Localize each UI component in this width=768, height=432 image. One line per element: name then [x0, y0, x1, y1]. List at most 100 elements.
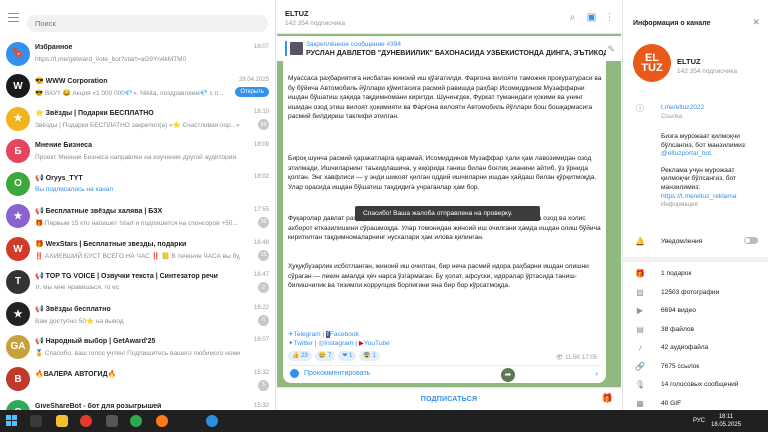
- notifications-toggle[interactable]: [744, 237, 758, 244]
- search-input[interactable]: [27, 15, 268, 32]
- reaction-chip[interactable]: 😨 1: [359, 351, 380, 361]
- chrome-icon[interactable]: [130, 415, 142, 427]
- reaction-count: 7: [328, 353, 332, 359]
- conversation-header[interactable]: ELTUZ 142 354 подписчика ⌕ ▣ ⋮: [277, 0, 621, 34]
- gift-icon[interactable]: 🎁: [602, 393, 613, 404]
- chat-last-message: 🎁 Первым 15 кто напишет !start и подпише…: [35, 219, 238, 227]
- chat-item[interactable]: ★ ⭐ Звёзды | Подарки БЕСПЛАТНО Звёзды | По…: [0, 103, 276, 136]
- firefox-icon[interactable]: [156, 415, 168, 427]
- chat-time: 16:47: [253, 272, 269, 279]
- chat-item[interactable]: T 📢 TOP TG VOICE | Озвучки текста | Синте…: [0, 266, 276, 299]
- info-channel-name: ELTUZ: [677, 57, 701, 66]
- bookmark-icon: 🔖: [6, 41, 30, 66]
- chat-item[interactable]: В 🔥ВАЛЕРА АВТОГИД🔥 15:32 5: [0, 364, 276, 397]
- message-bubble[interactable]: Муассаса раҳбариятига нисбатан жиноий иш…: [283, 61, 606, 383]
- chat-time: 16:48: [253, 239, 269, 246]
- chat-avatar: O: [6, 171, 30, 196]
- chat-list-header: [0, 0, 276, 34]
- description-label: Информация: [661, 202, 698, 209]
- chat-name: GiveShareBot - бот для розыгрышей: [35, 402, 162, 410]
- audio-icon: ♪: [638, 343, 642, 352]
- channel-title: ELTUZ: [285, 9, 309, 18]
- facebook-link[interactable]: Facebook: [330, 331, 359, 338]
- media-stat-row[interactable]: ▶ 6694 видео: [623, 302, 768, 320]
- ad-link[interactable]: https://t.me/eltuz_reklama: [661, 193, 761, 202]
- reaction-chip[interactable]: 👍 29: [288, 351, 312, 361]
- subscribe-button[interactable]: ПОДПИСАТЬСЯ: [277, 388, 621, 411]
- chat-item[interactable]: ★ 📢 Звёзды бесплатно Вам доступно 50⭐ на в…: [0, 299, 276, 332]
- media-stat-row[interactable]: 🎁 1 подарок: [623, 265, 768, 283]
- more-options-icon[interactable]: ⋮: [604, 12, 615, 23]
- info-link-block: t.me/eltuz2022 Ссылка: [661, 104, 761, 121]
- chat-name: 📢 Звёзды бесплатно: [35, 305, 111, 313]
- chat-item[interactable]: W 🎁 WexStars | Бесплатные звезды, подарки…: [0, 234, 276, 267]
- chat-name: 📢 Бесплатные звёзды халява | БЗХ: [35, 207, 163, 215]
- chat-item[interactable]: 🔖 Избранное https://t.me/getward_vote_bot?…: [0, 38, 276, 71]
- message-paragraph: Ҳуқуқбузарлик исботланган, жиноий иш очи…: [288, 263, 589, 289]
- instagram-link[interactable]: Instagram: [324, 340, 353, 347]
- sidebar-toggle-icon[interactable]: ▣: [586, 12, 597, 23]
- channel-link[interactable]: t.me/eltuz2022: [661, 104, 761, 113]
- pinned-text: РУСЛАН ДАВЛЕТОВ "ДУНЁВИЙЛИК" БАХОНАСИДА …: [306, 50, 606, 57]
- file-explorer-icon[interactable]: [56, 415, 68, 427]
- pin-list-icon[interactable]: ✎: [607, 44, 615, 55]
- channel-avatar[interactable]: EL TUZ: [633, 44, 671, 82]
- conversation-footer: ПОДПИСАТЬСЯ 🎁: [277, 387, 621, 410]
- chat-item[interactable]: W 😎 WWW Corporation 😎 ВАУ!! 😂 Акция «1 000…: [0, 71, 276, 104]
- chat-time: 16:07: [253, 44, 269, 50]
- conversation-panel: ELTUZ 142 354 подписчика ⌕ ▣ ⋮ Закреплён…: [277, 0, 621, 410]
- chat-last-message: 😎 ВАУ!! 😂 Акция «1 000 000💎». Nikita, по…: [35, 89, 224, 97]
- yandex-browser-icon[interactable]: [80, 415, 92, 427]
- chat-item[interactable]: ★ 📢 Бесплатные звёзды халява | БЗХ 🎁 Первы…: [0, 201, 276, 234]
- chat-avatar: ★: [6, 302, 30, 327]
- chat-avatar: T: [6, 269, 30, 294]
- clock[interactable]: 18:11 18.05.2025: [711, 413, 741, 429]
- bot-link[interactable]: @eltuzportal_bot.: [661, 150, 761, 159]
- chat-name: 📢 TOP TG VOICE | Озвучки текста | Синтез…: [35, 273, 218, 281]
- telegram-taskbar-icon[interactable]: [206, 415, 218, 427]
- reaction-emoji: 😢: [318, 353, 327, 359]
- media-stat-text: 42 аудиофайла: [661, 344, 709, 351]
- chat-name: 📢 Народный выбор | GetAward'25: [35, 338, 156, 346]
- pinned-title: Закреплённое сообщение #394: [306, 41, 402, 48]
- chat-time: 17:55: [253, 206, 269, 213]
- media-stat-row[interactable]: 🔗 7675 ссылок: [623, 358, 768, 376]
- media-stat-text: 6694 видео: [661, 307, 696, 314]
- chat-time: 15:32: [253, 369, 269, 376]
- chat-time: 15:32: [253, 402, 269, 409]
- toast-notification: Спасибо! Ваша жалоба отправлена на прове…: [355, 206, 540, 221]
- media-stat-row[interactable]: ♪ 42 аудиофайла: [623, 339, 768, 357]
- comments-button[interactable]: Прокомментировать ›: [288, 365, 602, 381]
- chat-item[interactable]: O 📢 Oryys_TYT Вы подписались на канал 18:02: [0, 168, 276, 201]
- info-title: Информация о канале: [633, 20, 711, 27]
- app-icon[interactable]: [106, 415, 118, 427]
- message-paragraph: Бироқ шунча расмий ҳаракатларга қарамай,…: [288, 155, 597, 191]
- telegram-link[interactable]: Telegram: [294, 331, 321, 338]
- reaction-chip[interactable]: ❤ 1: [338, 351, 357, 361]
- media-stat-row[interactable]: ▨ 12503 фотографии: [623, 284, 768, 302]
- unread-badge: 15: [258, 249, 269, 261]
- youtube-link[interactable]: YouTube: [364, 340, 390, 347]
- media-stat-text: 40 GIF: [661, 399, 682, 407]
- twitter-link[interactable]: Twitter: [294, 340, 313, 347]
- search-icon[interactable]: ⌕: [567, 12, 578, 23]
- media-stat-row[interactable]: 🎙 14 голосовых сообщений: [623, 376, 768, 394]
- chat-name: Мнение Бизнеса: [35, 141, 93, 149]
- close-icon[interactable]: ✕: [752, 17, 760, 28]
- chat-avatar: В: [6, 367, 30, 392]
- media-stat-row[interactable]: ▤ 38 файлов: [623, 321, 768, 339]
- chat-name: ⭐ Звёзды | Подарки БЕСПЛАТНО: [35, 110, 154, 118]
- reaction-chip[interactable]: 😢 7: [314, 351, 336, 361]
- forward-icon[interactable]: ➦: [501, 368, 515, 382]
- windows-start-icon[interactable]: [6, 415, 17, 426]
- language-indicator[interactable]: РУС: [693, 418, 705, 424]
- telegram-window: 🔖 Избранное https://t.me/getward_vote_bot?…: [0, 0, 768, 432]
- chat-last-message: Проект Мнение Бизнеса направлен на изуче…: [35, 153, 240, 161]
- chat-item[interactable]: GA 📢 Народный выбор | GetAward'25 🏅 Спасиб…: [0, 331, 276, 364]
- chat-item[interactable]: Б Мнение Бизнеса Проект Мнение Бизнеса нап…: [0, 136, 276, 169]
- taskbar-search-icon[interactable]: [30, 415, 42, 427]
- open-button[interactable]: Открыть: [235, 86, 269, 97]
- pinned-message-bar[interactable]: Закреплённое сообщение #394 РУСЛАН ДАВЛЕ…: [277, 36, 621, 61]
- reaction-count: 1: [349, 353, 353, 359]
- hamburger-menu-icon[interactable]: [8, 13, 19, 22]
